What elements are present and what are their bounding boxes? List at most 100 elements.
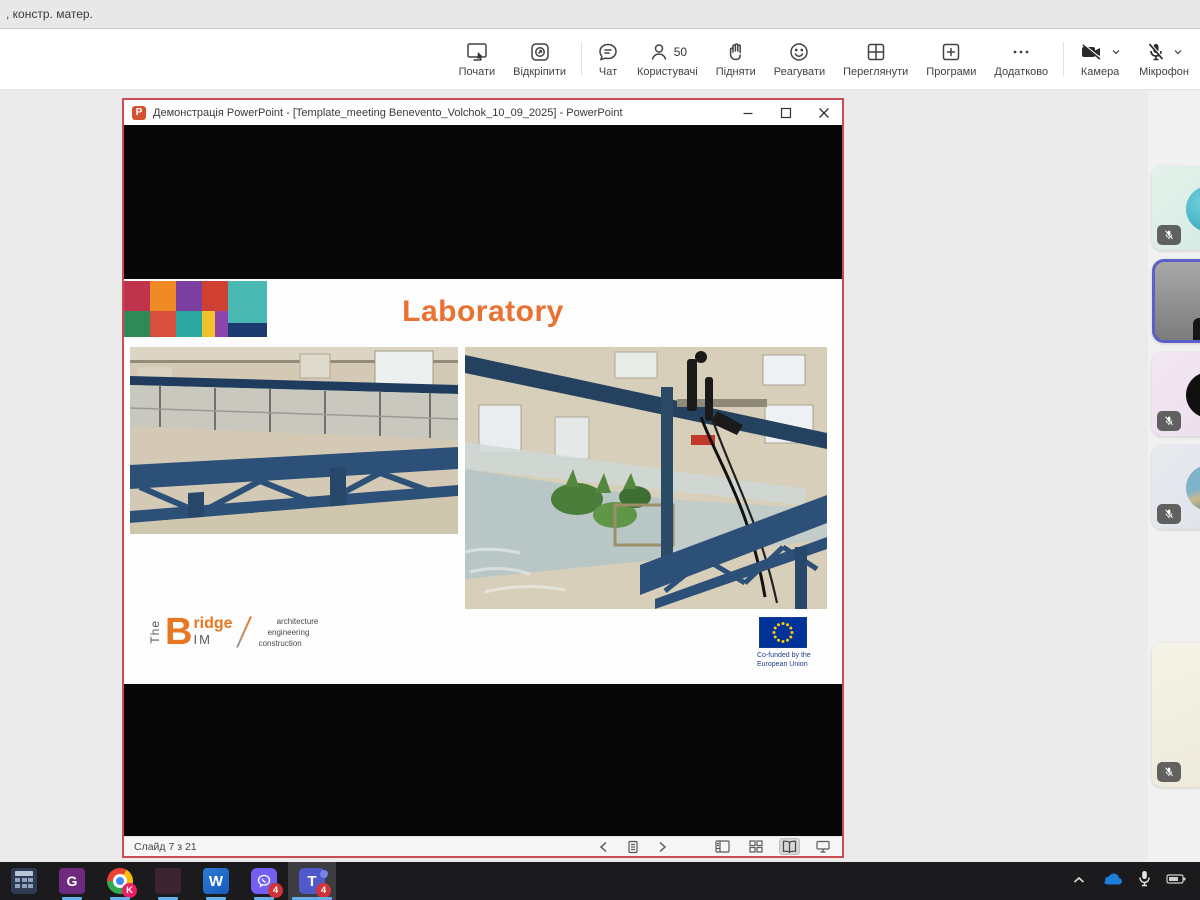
camera-button[interactable]: Камера: [1070, 29, 1130, 89]
brand-ridge: ridge: [193, 616, 232, 632]
word-icon: W: [203, 868, 229, 894]
eu-flag-icon: [759, 617, 807, 648]
slide-surface[interactable]: Laboratory: [124, 279, 842, 684]
teams-notification-badge: 4: [316, 883, 331, 898]
slide-menu-button[interactable]: [625, 839, 641, 855]
letterbox-bottom: [124, 684, 842, 836]
unpin-label: Відкріпити: [513, 66, 566, 78]
brand-tagline-2: engineering: [259, 628, 319, 637]
raise-hand-button[interactable]: Підняти: [707, 29, 765, 89]
raise-hand-label: Підняти: [716, 66, 756, 78]
eu-cofunded-block: Co-funded by the European Union: [757, 617, 827, 670]
mic-muted-badge: [1157, 411, 1181, 431]
tray-chevron-up-icon[interactable]: [1072, 872, 1086, 890]
powerpoint-app-icon: P: [132, 106, 146, 120]
taskbar-app-teams[interactable]: T 4: [288, 862, 336, 900]
participant-tile[interactable]: [1152, 643, 1200, 787]
brand-the: The: [148, 620, 162, 644]
taskbar-app-g[interactable]: G: [48, 862, 96, 900]
react-button[interactable]: Реагувати: [765, 29, 834, 89]
participant-tile[interactable]: [1152, 445, 1200, 529]
participant-tile[interactable]: [1152, 352, 1200, 436]
calculator-grid-icon: [11, 868, 37, 894]
eu-caption-line-2: European Union: [757, 661, 827, 670]
slide-sorter-button[interactable]: [747, 839, 765, 854]
tray-battery-icon[interactable]: [1166, 872, 1186, 890]
avatar: [1186, 465, 1200, 511]
mic-muted-badge: [1157, 762, 1181, 782]
background-window-title: , констр. матер.: [0, 7, 93, 21]
more-button[interactable]: Додатково: [985, 29, 1057, 89]
participant-tile[interactable]: [1152, 166, 1200, 250]
taskbar-app-viber[interactable]: 4: [240, 862, 288, 900]
brand-slash: [236, 616, 252, 648]
taskbar-app-word[interactable]: W: [192, 862, 240, 900]
toolbar-divider: [581, 42, 582, 76]
bridge-bim-logo: The B ridge IM architecture engineering …: [148, 615, 318, 649]
microphone-chevron-icon[interactable]: [1173, 48, 1183, 56]
previous-slide-button[interactable]: [597, 840, 610, 854]
letterbox-top: [124, 125, 842, 279]
chat-label: Чат: [599, 66, 617, 78]
chat-icon: [597, 41, 619, 63]
minimize-button[interactable]: [742, 107, 754, 119]
powerpoint-statusbar: Слайд 7 з 21: [124, 836, 842, 856]
mic-muted-badge: [1157, 504, 1181, 524]
participants-count: 50: [674, 45, 687, 59]
brand-im: IM: [193, 632, 232, 648]
lab-photo-flume-empty: [130, 347, 458, 534]
eu-caption-line-1: Co-funded by the: [757, 652, 827, 661]
slide-title: Laboratory: [124, 295, 842, 329]
ellipsis-icon: [1010, 41, 1032, 63]
camera-label: Камера: [1081, 66, 1119, 78]
brand-tagline-3: construction: [259, 639, 319, 648]
close-button[interactable]: [818, 107, 830, 119]
g-app-icon: G: [59, 868, 85, 894]
chrome-profile-badge: K: [122, 883, 137, 898]
slideshow-view-button[interactable]: [814, 839, 832, 854]
raise-hand-icon: [725, 41, 747, 63]
camera-off-icon: [1079, 41, 1105, 63]
participants-label: Користувачі: [637, 66, 698, 78]
windows-taskbar: G K W: [0, 862, 1200, 900]
onedrive-cloud-icon[interactable]: [1101, 871, 1123, 891]
avatar: [1186, 186, 1200, 232]
react-label: Реагувати: [774, 66, 825, 78]
unpin-popout-icon: [529, 41, 551, 63]
microphone-label: Мікрофон: [1139, 66, 1189, 78]
normal-view-button[interactable]: [713, 839, 732, 854]
powerpoint-titlebar[interactable]: P Демонстрація PowerPoint - [Template_me…: [124, 100, 842, 125]
reading-view-button[interactable]: [780, 839, 799, 854]
slide-counter: Слайд 7 з 21: [134, 841, 197, 853]
background-window-titlebar[interactable]: , констр. матер.: [0, 0, 1200, 29]
chat-button[interactable]: Чат: [588, 29, 628, 89]
brand-tagline-1: architecture: [259, 617, 319, 626]
powerpoint-window-title: Демонстрація PowerPoint - [Template_meet…: [153, 107, 742, 119]
participant-tile-active-video[interactable]: [1152, 259, 1200, 343]
share-start-label: Почати: [459, 66, 496, 78]
microphone-button[interactable]: Мікрофон: [1130, 29, 1198, 89]
taskbar-start-button[interactable]: [0, 862, 48, 900]
next-slide-button[interactable]: [656, 840, 669, 854]
lab-photo-flume-water: [465, 347, 827, 609]
view-button[interactable]: Переглянути: [834, 29, 917, 89]
apps-plus-icon: [940, 41, 962, 63]
apps-label: Програми: [926, 66, 976, 78]
taskbar-app-winrar[interactable]: [144, 862, 192, 900]
viber-notification-badge: 4: [268, 883, 283, 898]
camera-chevron-icon[interactable]: [1111, 48, 1121, 56]
mic-off-icon: [1145, 41, 1167, 63]
share-start-button[interactable]: Почати: [450, 29, 505, 89]
unpin-button[interactable]: Відкріпити: [504, 29, 575, 89]
apps-button[interactable]: Програми: [917, 29, 985, 89]
view-label: Переглянути: [843, 66, 908, 78]
taskbar-app-chrome[interactable]: K: [96, 862, 144, 900]
more-label: Додатково: [994, 66, 1048, 78]
mic-muted-badge: [1157, 225, 1181, 245]
meeting-stage: P Демонстрація PowerPoint - [Template_me…: [0, 90, 1200, 862]
maximize-button[interactable]: [780, 107, 792, 119]
powerpoint-window: P Демонстрація PowerPoint - [Template_me…: [122, 98, 844, 858]
participants-button[interactable]: 50 Користувачі: [628, 29, 707, 89]
tray-microphone-icon[interactable]: [1138, 870, 1151, 892]
winrar-books-icon: [155, 868, 181, 894]
